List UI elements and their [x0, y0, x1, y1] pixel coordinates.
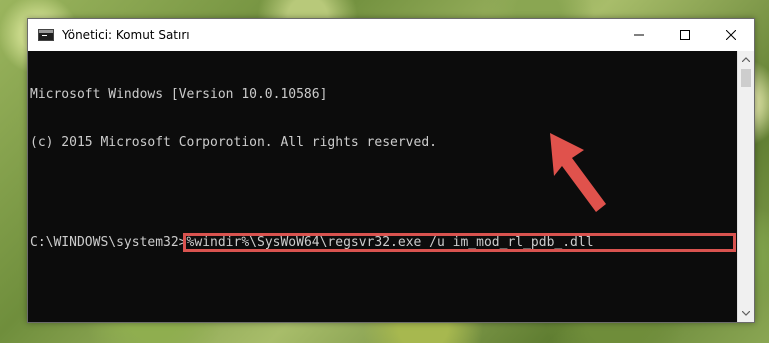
command-prompt-window: Yönetici: Komut Satırı Microsoft Windows…	[27, 18, 755, 323]
maximize-button[interactable]	[662, 19, 708, 51]
maximize-icon	[680, 30, 690, 40]
prompt: C:\WINDOWS\system32>	[30, 235, 187, 250]
scroll-up-button[interactable]	[738, 51, 754, 68]
minimize-button[interactable]	[616, 19, 662, 51]
chevron-up-icon	[742, 57, 750, 62]
cmd-icon	[38, 29, 54, 41]
red-arrow-icon	[550, 133, 606, 212]
vertical-scrollbar[interactable]	[737, 51, 754, 322]
console-line: Microsoft Windows [Version 10.0.10586]	[30, 87, 328, 102]
console-output[interactable]: Microsoft Windows [Version 10.0.10586] (…	[28, 51, 737, 322]
scroll-thumb[interactable]	[741, 69, 751, 87]
close-icon	[726, 30, 736, 40]
close-button[interactable]	[708, 19, 754, 51]
window-title: Yönetici: Komut Satırı	[62, 28, 190, 42]
command-line[interactable]: C:\WINDOWS\system32>%windir%\SysWoW64\re…	[30, 233, 737, 253]
window-controls	[616, 19, 754, 51]
scroll-down-button[interactable]	[738, 305, 754, 322]
minimize-icon	[634, 34, 644, 36]
command-highlight-box	[183, 233, 736, 252]
title-bar[interactable]: Yönetici: Komut Satırı	[28, 19, 754, 51]
console-line: (c) 2015 Microsoft Corporotion. All righ…	[30, 135, 437, 150]
chevron-down-icon	[742, 311, 750, 316]
